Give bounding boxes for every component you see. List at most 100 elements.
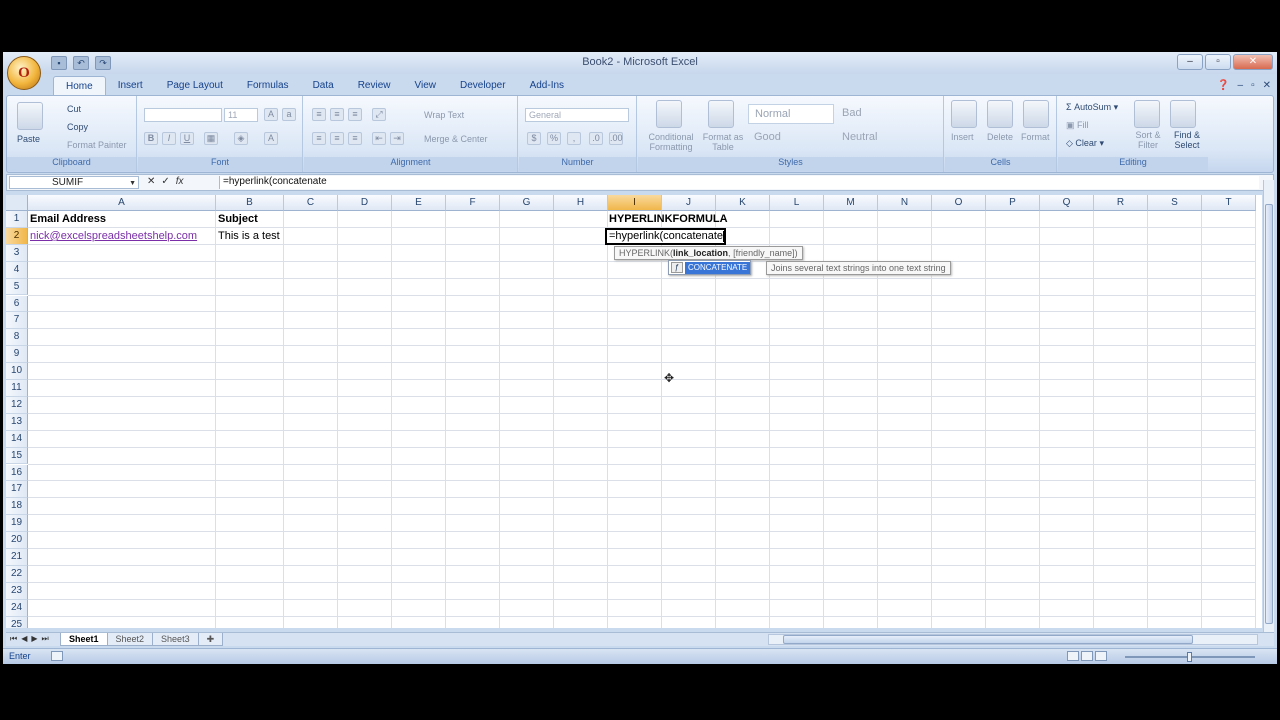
sort-filter-button[interactable]: Sort & Filter [1130,130,1166,150]
align-top-icon[interactable]: ≡ [312,108,326,121]
column-header-q[interactable]: Q [1040,195,1094,211]
row-header-11[interactable]: 11 [6,380,28,397]
row-header-6[interactable]: 6 [6,295,28,313]
align-middle-icon[interactable]: ≡ [330,108,344,121]
ribbon-close-icon[interactable]: ✕ [1263,80,1271,91]
row-header-1[interactable]: 1 [6,211,28,228]
row-header-10[interactable]: 10 [6,363,28,380]
close-button[interactable]: ✕ [1233,54,1273,70]
delete-cells-button[interactable]: Delete [987,132,1013,142]
style-bad[interactable]: Bad [836,104,922,124]
insert-function-icon[interactable]: fx [176,176,184,189]
sheet-tab-sheet3[interactable]: Sheet3 [152,633,199,646]
align-left-icon[interactable]: ≡ [312,132,326,145]
sheet-tab-sheet1[interactable]: Sheet1 [60,633,108,646]
autocomplete-item[interactable]: ƒ CONCATENATE [669,261,751,274]
column-header-h[interactable]: H [554,195,608,211]
merge-center-button[interactable]: Merge & Center [424,134,488,144]
row-header-4[interactable]: 4 [6,261,28,279]
format-as-table-button[interactable]: Format as Table [702,132,744,152]
conditional-formatting-button[interactable]: Conditional Formatting [642,132,700,152]
row-header-16[interactable]: 16 [6,464,28,482]
format-cells-button[interactable]: Format [1021,132,1050,142]
help-icon[interactable]: ❓ [1217,80,1229,91]
column-header-r[interactable]: R [1094,195,1148,211]
row-header-23[interactable]: 23 [6,582,28,600]
cell-a2[interactable]: nick@excelspreadsheetshelp.com [28,229,197,244]
currency-icon[interactable]: $ [527,132,541,145]
fill-color-icon[interactable]: ◈ [234,132,248,145]
horizontal-scrollbar[interactable] [768,634,1258,645]
row-header-22[interactable]: 22 [6,565,28,583]
borders-icon[interactable]: ▦ [204,132,218,145]
insert-sheet-icon[interactable]: ✚ [197,633,224,646]
column-header-g[interactable]: G [500,195,554,211]
office-button[interactable]: O [7,56,41,90]
row-header-19[interactable]: 19 [6,515,28,533]
style-neutral[interactable]: Neutral [836,128,922,148]
row-header-24[interactable]: 24 [6,599,28,617]
column-header-j[interactable]: J [662,195,716,211]
tab-developer[interactable]: Developer [448,76,518,95]
column-header-o[interactable]: O [932,195,986,211]
column-header-l[interactable]: L [770,195,824,211]
fill-button[interactable]: ▣ Fill [1066,120,1089,131]
increase-decimal-icon[interactable]: .0 [589,132,603,145]
horizontal-scroll-thumb[interactable] [783,635,1193,644]
delete-cells-icon[interactable] [987,100,1013,128]
italic-icon[interactable]: I [162,132,176,145]
enter-icon[interactable]: ✓ [161,176,169,189]
row-header-7[interactable]: 7 [6,312,28,330]
column-header-c[interactable]: C [284,195,338,211]
next-sheet-icon[interactable]: ▶ [31,634,37,644]
row-header-13[interactable]: 13 [6,413,28,431]
prev-sheet-icon[interactable]: ◀ [21,634,27,644]
row-header-14[interactable]: 14 [6,430,28,448]
zoom-slider[interactable] [1125,652,1255,662]
minimize-button[interactable]: – [1177,54,1203,70]
sort-filter-icon[interactable] [1134,100,1160,128]
style-normal[interactable]: Normal [748,104,834,124]
cancel-icon[interactable]: ✕ [147,176,155,189]
column-header-t[interactable]: T [1202,195,1256,211]
first-sheet-icon[interactable]: ⏮ [10,634,17,644]
number-format-box[interactable]: General [525,108,629,122]
cut-button[interactable]: Cut [67,104,81,114]
font-color-icon[interactable]: A [264,132,278,145]
page-break-view-icon[interactable] [1095,651,1107,661]
align-right-icon[interactable]: ≡ [348,132,362,145]
copy-button[interactable]: Copy [67,122,88,132]
row-header-8[interactable]: 8 [6,329,28,347]
row-header-21[interactable]: 21 [6,549,28,566]
row-header-2[interactable]: 2 [6,227,28,245]
tab-view[interactable]: View [402,76,448,95]
underline-icon[interactable]: U [180,132,194,145]
tab-add-ins[interactable]: Add-Ins [518,76,576,95]
column-header-e[interactable]: E [392,195,446,211]
worksheet-grid[interactable]: ABCDEFGHIJKLMNOPQRST 1 2 3 4 5 6 7 8 9 10 11 12 13 14… [6,195,1262,628]
autosum-button[interactable]: Σ AutoSum ▾ [1066,102,1118,113]
column-header-d[interactable]: D [338,195,392,211]
grow-font-icon[interactable]: A [264,108,278,121]
column-header-k[interactable]: K [716,195,770,211]
comma-icon[interactable]: , [567,132,581,145]
find-select-button[interactable]: Find & Select [1168,130,1206,150]
column-header-b[interactable]: B [216,195,284,211]
font-size-box[interactable]: 11 [224,108,258,122]
orientation-icon[interactable]: ⤢ [372,108,386,121]
ribbon-restore-icon[interactable]: ▫ [1251,80,1255,91]
shrink-font-icon[interactable]: a [282,108,296,121]
tab-review[interactable]: Review [346,76,403,95]
format-cells-icon[interactable] [1023,100,1049,128]
column-header-n[interactable]: N [878,195,932,211]
sheet-tab-sheet2[interactable]: Sheet2 [106,633,154,646]
column-header-m[interactable]: M [824,195,878,211]
row-header-3[interactable]: 3 [6,244,28,262]
clear-button[interactable]: ◇ Clear ▾ [1066,138,1104,149]
row-header-12[interactable]: 12 [6,396,28,414]
wrap-text-button[interactable]: Wrap Text [424,110,464,120]
column-header-i[interactable]: I [608,195,662,211]
tab-page-layout[interactable]: Page Layout [155,76,235,95]
find-select-icon[interactable] [1170,100,1196,128]
page-layout-view-icon[interactable] [1081,651,1093,661]
